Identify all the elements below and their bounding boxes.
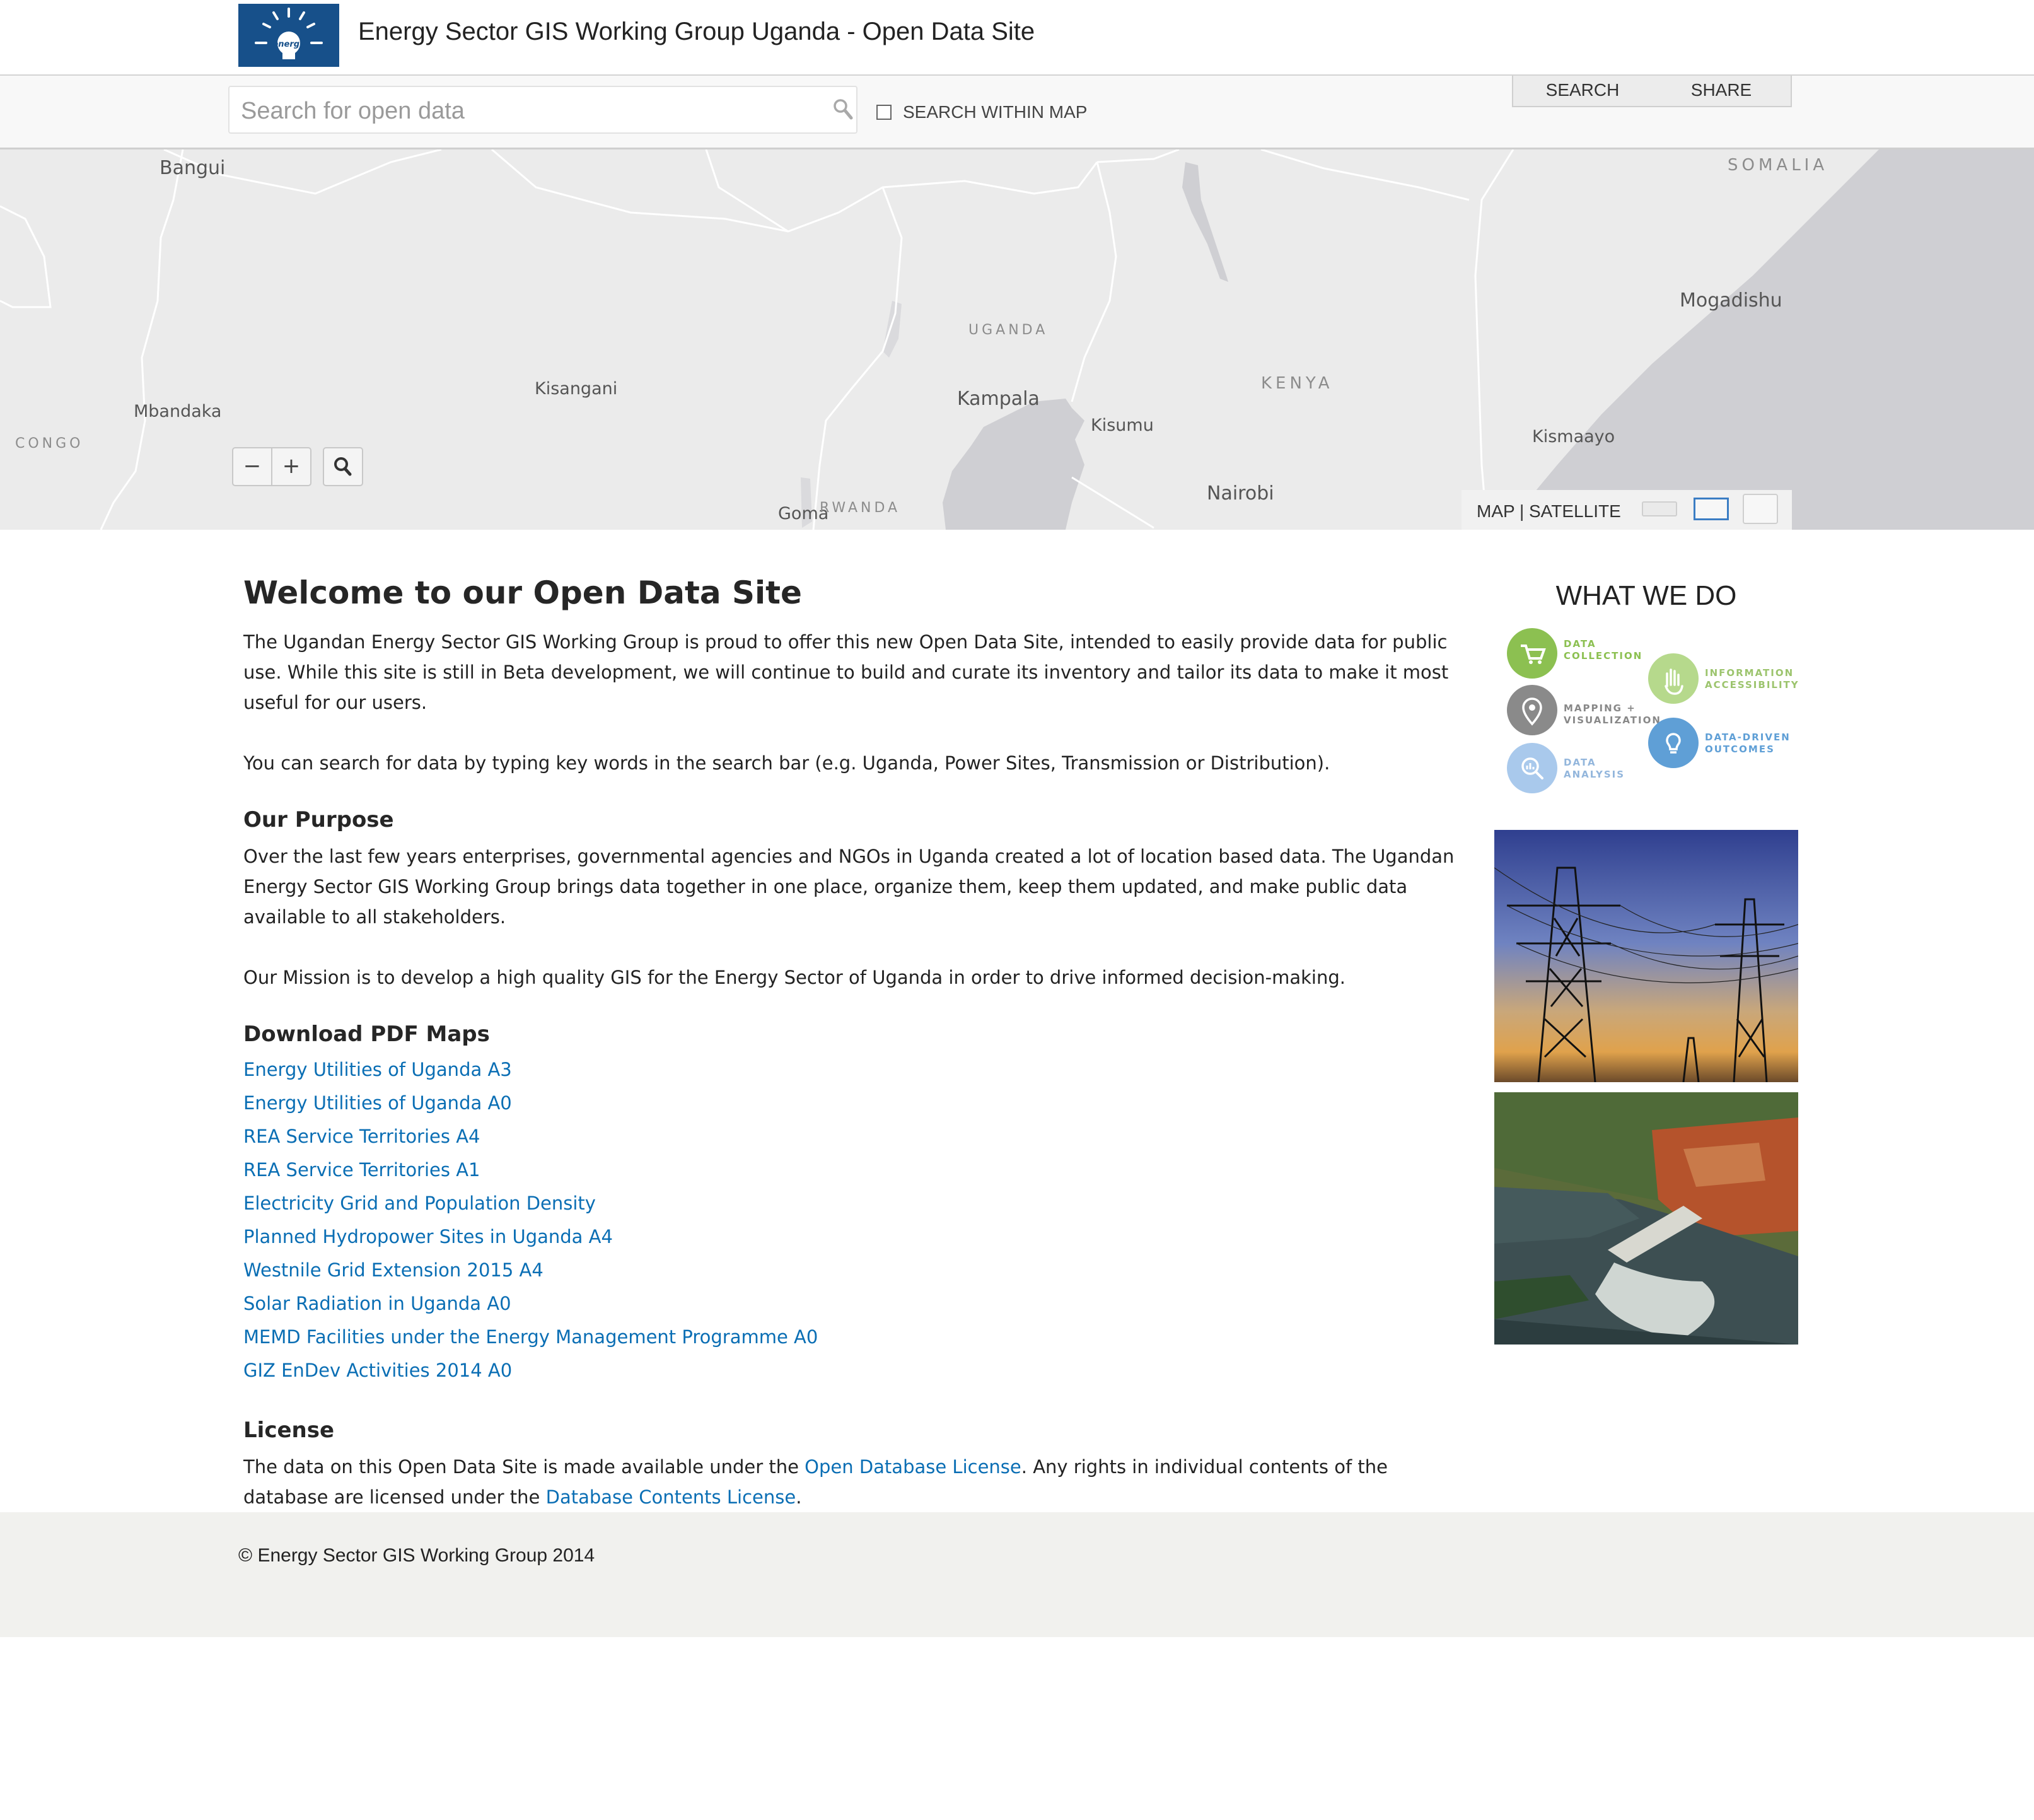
pdf-link[interactable]: Planned Hydropower Sites in Uganda A4 bbox=[243, 1226, 613, 1247]
basemap-thumb-satellite[interactable] bbox=[1743, 494, 1778, 524]
basemap-thumb-selected[interactable] bbox=[1694, 498, 1729, 520]
map-label-rwanda: RWANDA bbox=[820, 500, 901, 516]
pdf-link[interactable]: Electricity Grid and Population Density bbox=[243, 1193, 596, 1214]
cart-icon bbox=[1507, 628, 1557, 679]
zoom-out-button[interactable]: − bbox=[233, 448, 272, 485]
license-heading: License bbox=[243, 1418, 335, 1443]
map-label-mbandaka: Mbandaka bbox=[134, 402, 222, 421]
search-hint-paragraph: You can search for data by typing key wo… bbox=[243, 752, 1330, 774]
search-icon[interactable] bbox=[832, 97, 854, 122]
intro-paragraph: The Ugandan Energy Sector GIS Working Gr… bbox=[243, 631, 1449, 713]
license-text: . bbox=[796, 1486, 802, 1508]
search-box bbox=[228, 86, 857, 134]
map-label-somalia: SOMALIA bbox=[1728, 156, 1828, 175]
license-paragraph: The data on this Open Data Site is made … bbox=[243, 1452, 1473, 1512]
hand-icon bbox=[1648, 653, 1699, 704]
map-view[interactable]: Bangui SOMALIA Mogadishu UGANDA Kisangan… bbox=[0, 149, 2034, 530]
pdf-link[interactable]: MEMD Facilities under the Energy Managem… bbox=[243, 1326, 818, 1348]
pdf-link[interactable]: REA Service Territories A4 bbox=[243, 1126, 480, 1147]
what-we-do-label: MAPPING + VISUALIZATION bbox=[1564, 703, 1661, 726]
search-within-map-toggle[interactable]: SEARCH WITHIN MAP bbox=[876, 101, 1087, 124]
what-we-do-label: DATA ANALYSIS bbox=[1564, 757, 1625, 780]
purpose-paragraph: Over the last few years enterprises, gov… bbox=[243, 846, 1455, 928]
hydropower-dam-photo bbox=[1494, 1092, 1798, 1345]
pdf-link[interactable]: GIZ EnDev Activities 2014 A0 bbox=[243, 1360, 512, 1381]
zoom-in-button[interactable]: + bbox=[272, 448, 310, 485]
what-we-do-label: DATA COLLECTION bbox=[1564, 638, 1643, 662]
search-within-map-label: SEARCH WITHIN MAP bbox=[903, 102, 1088, 122]
map-label-congo: CONGO bbox=[15, 436, 84, 452]
map-label-uganda: UGANDA bbox=[968, 322, 1049, 338]
lightbulb-icon bbox=[1648, 718, 1699, 768]
mission-paragraph: Our Mission is to develop a high quality… bbox=[243, 967, 1345, 988]
map-label-kisangani: Kisangani bbox=[535, 379, 618, 399]
search-toolbar: SEARCH WITHIN MAP SEARCH SHARE bbox=[0, 76, 2034, 149]
energy-logo[interactable]: energy bbox=[238, 4, 339, 67]
copyright-text: © Energy Sector GIS Working Group 2014 bbox=[238, 1545, 595, 1566]
search-input[interactable] bbox=[240, 93, 797, 129]
search-within-map-checkbox[interactable] bbox=[876, 105, 892, 120]
basemap-thumb-light[interactable] bbox=[1642, 501, 1677, 516]
pdf-maps-heading: Download PDF Maps bbox=[243, 1022, 490, 1047]
transmission-towers-photo bbox=[1494, 830, 1798, 1082]
tab-share[interactable]: SHARE bbox=[1652, 76, 1791, 106]
map-label-nairobi: Nairobi bbox=[1207, 482, 1274, 505]
pdf-link[interactable]: REA Service Territories A1 bbox=[243, 1159, 480, 1181]
what-we-do-title: WHAT WE DO bbox=[1555, 580, 1737, 611]
main-content: Welcome to our Open Data Site The Uganda… bbox=[243, 568, 1473, 1512]
tab-search[interactable]: SEARCH bbox=[1513, 76, 1652, 106]
map-label-kampala: Kampala bbox=[957, 388, 1040, 410]
pdf-maps-list: Energy Utilities of Uganda A3 Energy Uti… bbox=[243, 1054, 1473, 1389]
pdf-link[interactable]: Energy Utilities of Uganda A0 bbox=[243, 1092, 512, 1114]
database-contents-license-link[interactable]: Database Contents License bbox=[546, 1486, 796, 1508]
open-database-license-link[interactable]: Open Database License bbox=[805, 1456, 1021, 1478]
page-title: Welcome to our Open Data Site bbox=[243, 575, 802, 611]
map-label-kenya: KENYA bbox=[1261, 374, 1334, 393]
map-label-kisumu: Kisumu bbox=[1091, 416, 1154, 435]
toolbar-tabs: SEARCH SHARE bbox=[1512, 76, 1792, 107]
pdf-link[interactable]: Energy Utilities of Uganda A3 bbox=[243, 1059, 512, 1080]
what-we-do-label: INFORMATION ACCESSIBILITY bbox=[1705, 667, 1799, 691]
map-label-kismaayo: Kismaayo bbox=[1532, 427, 1615, 446]
what-we-do-label: DATA-DRIVEN OUTCOMES bbox=[1705, 732, 1791, 755]
site-footer: © Energy Sector GIS Working Group 2014 bbox=[0, 1512, 2034, 1637]
map-label-bangui: Bangui bbox=[160, 157, 226, 179]
site-header: energy Energy Sector GIS Working Group U… bbox=[0, 0, 2034, 76]
svg-text:energy: energy bbox=[272, 40, 305, 49]
license-text: The data on this Open Data Site is made … bbox=[243, 1456, 805, 1478]
magnifier-icon bbox=[334, 457, 352, 476]
site-title: Energy Sector GIS Working Group Uganda -… bbox=[358, 18, 1035, 45]
basemap-toggle-label[interactable]: MAP | SATELLITE bbox=[1477, 501, 1621, 522]
purpose-heading: Our Purpose bbox=[243, 807, 394, 832]
map-search-button[interactable] bbox=[323, 447, 363, 486]
map-label-mogadishu: Mogadishu bbox=[1680, 289, 1782, 312]
zoom-controls: − + bbox=[232, 447, 311, 486]
basemap-switcher: MAP | SATELLITE bbox=[1462, 490, 1792, 530]
lightbulb-logo-icon: energy bbox=[255, 8, 323, 59]
map-pin-icon bbox=[1507, 685, 1557, 735]
pdf-link[interactable]: Solar Radiation in Uganda A0 bbox=[243, 1293, 511, 1314]
pdf-link[interactable]: Westnile Grid Extension 2015 A4 bbox=[243, 1259, 543, 1281]
analysis-icon bbox=[1507, 743, 1557, 793]
